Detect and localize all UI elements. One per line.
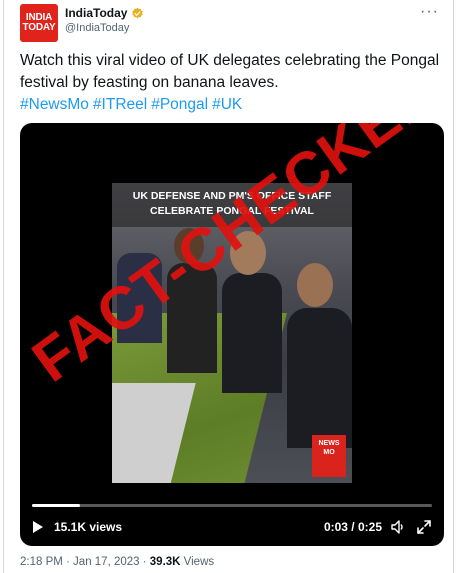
display-name[interactable]: IndiaToday [65, 6, 127, 20]
hashtag-link[interactable]: #ITReel [93, 96, 147, 113]
newsmo-watermark: NEWS MO [312, 435, 346, 477]
officer2-body [287, 308, 352, 448]
officer-body [222, 273, 282, 393]
tweet-metadata: 2:18 PM · Jan 17, 2023 · 39.3K Views [20, 556, 214, 568]
tweet-timestamp[interactable]: 2:18 PM · Jan 17, 2023 · [20, 556, 150, 568]
hashtag-link[interactable]: #NewsMo [20, 96, 89, 113]
hashtag-link[interactable]: #UK [212, 96, 242, 113]
video-progress-bar[interactable] [32, 504, 432, 507]
tweet-body: Watch this viral video of UK delegates c… [20, 52, 440, 91]
verified-badge-icon [132, 7, 144, 18]
account-name-row: IndiaToday [65, 6, 144, 20]
watermark-line2: MO [323, 449, 335, 456]
video-controls: 15.1K views 0:03 / 0:25 [20, 515, 444, 541]
india-today-avatar[interactable]: INDIA TODAY [20, 4, 58, 42]
account-handle[interactable]: @IndiaToday [65, 22, 129, 34]
views-label: Views [180, 556, 215, 568]
video-player[interactable]: UK DEFENSE AND PM'S OFFICE STAFF CELEBRA… [20, 123, 444, 546]
tweet-text: Watch this viral video of UK delegates c… [20, 50, 445, 116]
hashtag-link[interactable]: #Pongal [151, 96, 208, 113]
play-icon[interactable] [32, 520, 44, 534]
tweet-card: INDIA TODAY IndiaToday @IndiaToday ··· W… [3, 0, 454, 573]
more-options-icon[interactable]: ··· [420, 3, 439, 21]
video-view-count: 15.1K views [54, 520, 123, 534]
fullscreen-icon[interactable] [416, 519, 432, 535]
view-count: 39.3K [149, 556, 181, 568]
logo-line2: TODAY [22, 22, 56, 33]
video-progress-fill [32, 504, 80, 507]
officer2-head [297, 263, 333, 307]
volume-icon[interactable] [390, 519, 406, 535]
hashtag-list: #NewsMo #ITReel #Pongal #UK [20, 94, 445, 116]
video-time: 0:03 / 0:25 [323, 520, 382, 534]
watermark-line1: NEWS [318, 440, 340, 447]
